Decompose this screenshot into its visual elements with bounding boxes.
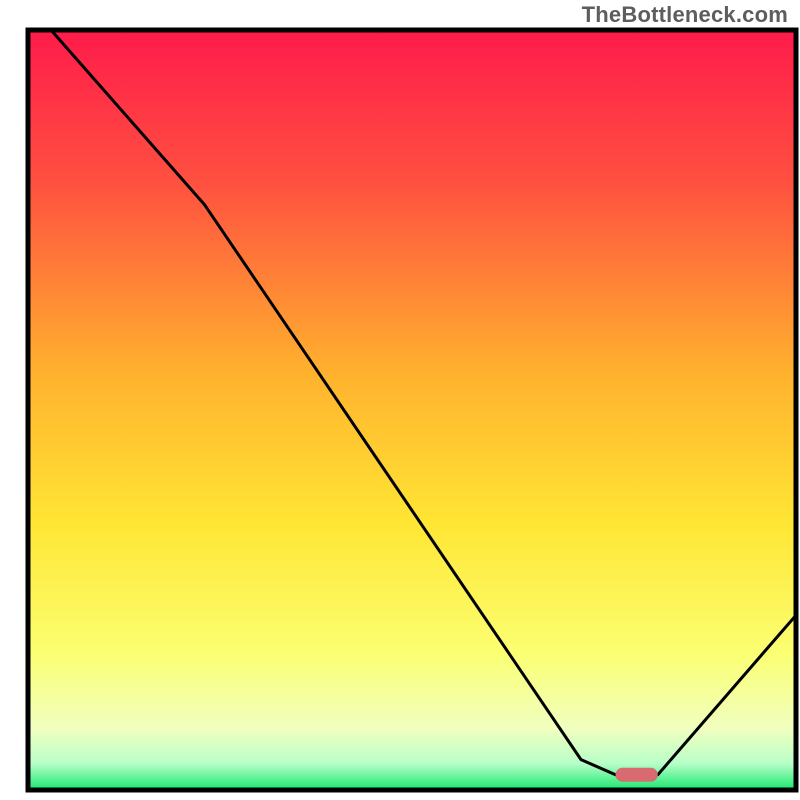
watermark-text: TheBottleneck.com	[582, 2, 788, 28]
chart-container: TheBottleneck.com	[0, 0, 800, 800]
bottleneck-chart	[0, 0, 800, 800]
gradient-background	[28, 30, 796, 790]
optimal-marker	[616, 768, 658, 782]
